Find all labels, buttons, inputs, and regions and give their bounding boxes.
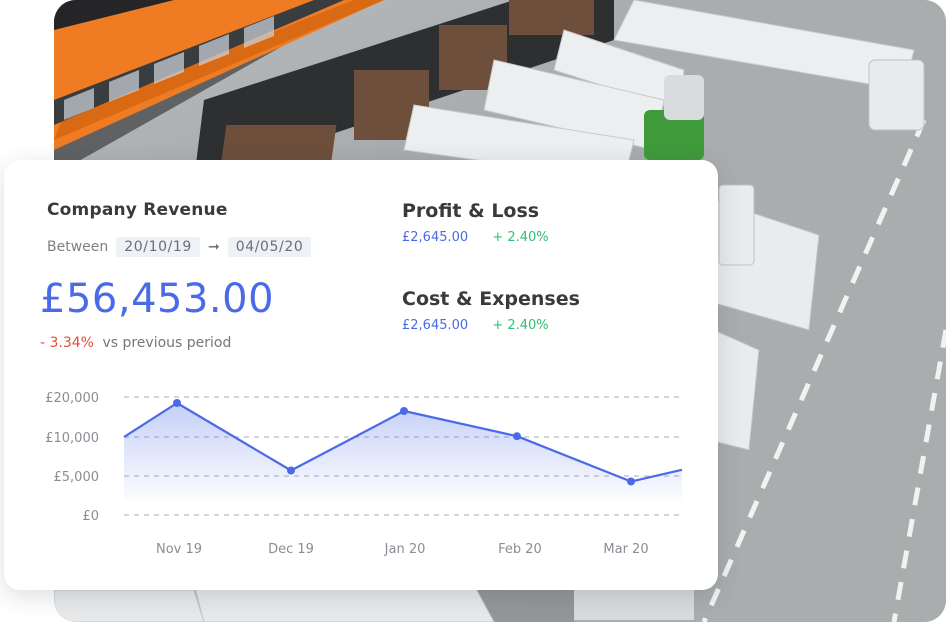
data-point — [513, 432, 521, 441]
y-tick-label: £10,000 — [45, 431, 99, 446]
x-tick-label: Dec 19 — [268, 542, 314, 557]
data-point — [627, 477, 635, 486]
data-point — [400, 407, 408, 415]
data-point — [287, 466, 295, 475]
x-tick-label: Mar 20 — [603, 542, 648, 557]
revenue-card: Company Revenue Between 20/10/19 ➞ 04/05… — [4, 160, 718, 590]
x-tick-label: Nov 19 — [156, 542, 202, 557]
x-tick-label: Feb 20 — [498, 542, 542, 557]
y-tick-label: £20,000 — [45, 391, 99, 406]
series-area — [124, 403, 682, 500]
y-tick-label: £5,000 — [54, 470, 100, 485]
data-point — [173, 399, 181, 407]
x-tick-label: Jan 20 — [384, 542, 426, 557]
revenue-chart: £20,000 £10,000 £5,000 £0 Nov 19 Dec 19 Jan 20… — [45, 391, 683, 557]
y-tick-label: £0 — [82, 509, 99, 524]
